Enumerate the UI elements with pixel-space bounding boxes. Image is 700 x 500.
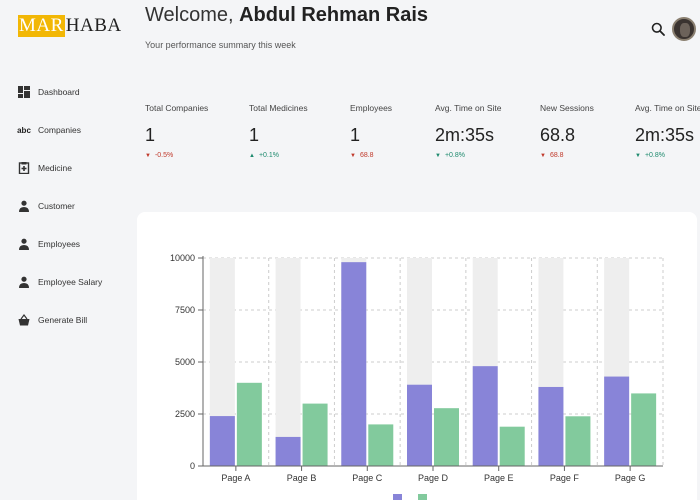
stat-change: ▼ +0.8% — [635, 152, 700, 159]
sidebar-item-employee-salary[interactable]: Employee Salary — [18, 263, 102, 301]
sidebar-item-companies[interactable]: abc Companies — [17, 111, 102, 149]
stat-change: ▼ 68.8 — [540, 152, 635, 159]
stat-label: Employees — [350, 103, 393, 113]
up-arrow-icon: ▲ — [249, 152, 255, 159]
sidebar-item-label: Medicine — [38, 163, 73, 173]
stat-card: Employees 1 ▼ 68.8 — [350, 103, 445, 159]
y-tick-label: 10000 — [170, 253, 195, 263]
stat-value: 2m:35s — [435, 125, 495, 145]
legend-swatch — [393, 494, 402, 500]
stat-change-text: 68.8 — [359, 152, 374, 159]
person-icon — [18, 276, 30, 288]
stat-value: 1 — [145, 125, 156, 145]
y-tick-label: 2500 — [175, 409, 195, 419]
stat-value: 1 — [249, 125, 260, 145]
x-tick-label: Page A — [221, 473, 250, 483]
bar-background — [275, 258, 301, 466]
stat-label: Total Companies — [145, 103, 209, 113]
down-arrow-icon: ▼ — [350, 152, 356, 159]
sidebar-item-label: Employee Salary — [38, 277, 103, 287]
bar — [236, 382, 262, 466]
y-tick-label: 0 — [190, 461, 195, 471]
x-tick-label: Page C — [352, 473, 383, 483]
bar — [209, 416, 235, 466]
page-title: Welcome, Abdul Rehman Rais — [145, 4, 428, 27]
person-icon — [18, 200, 30, 212]
page-subtitle: Your performance summary this week — [145, 40, 296, 50]
logo-highlight: MAR — [18, 15, 65, 37]
dashboard-icon — [18, 86, 30, 98]
medicine-icon — [18, 162, 30, 174]
stat-card: Total Companies 1 ▼ -0.5% — [145, 103, 240, 159]
sidebar-item-employees[interactable]: Employees — [18, 225, 102, 263]
sidebar-item-label: Customer — [38, 201, 75, 211]
bar — [499, 426, 525, 466]
bar — [472, 366, 498, 466]
stat-card: Total Medicines 1 ▲ +0.1% — [249, 103, 344, 159]
down-arrow-icon: ▼ — [635, 152, 641, 159]
x-tick-label: Page G — [615, 473, 646, 483]
search-icon[interactable] — [651, 22, 665, 36]
bar — [538, 386, 564, 466]
bar — [434, 408, 459, 466]
basket-icon — [18, 314, 30, 326]
stat-change-text: -0.5% — [154, 152, 174, 159]
stat-change: ▼ -0.5% — [145, 152, 240, 159]
sidebar-item-label: Employees — [38, 239, 81, 249]
y-tick-label: 5000 — [175, 357, 195, 367]
sidebar-item-customer[interactable]: Customer — [18, 187, 102, 225]
down-arrow-icon: ▼ — [435, 152, 441, 159]
stat-change-text: +0.8% — [444, 152, 465, 159]
sidebar-item-dashboard[interactable]: Dashboard — [18, 73, 102, 111]
y-tick-label: 7500 — [175, 305, 195, 315]
stat-card: New Sessions 68.8 ▼ 68.8 — [540, 103, 635, 159]
bar — [275, 436, 301, 466]
sidebar-item-medicine[interactable]: Medicine — [18, 149, 102, 187]
x-tick-label: Page D — [418, 473, 449, 483]
down-arrow-icon: ▼ — [145, 152, 151, 159]
stat-change-text: +0.1% — [258, 152, 279, 159]
chart-card: 0 2500 5000 7500 10000 Page A Page B Page C Page… — [137, 212, 697, 500]
sidebar-item-label: Companies — [38, 125, 81, 135]
sidebar-nav: Dashboard abc Companies Medicine Custome… — [17, 73, 102, 339]
logo-rest: HABA — [65, 15, 122, 36]
person-icon — [18, 238, 30, 250]
x-tick-label: Page F — [550, 473, 580, 483]
abc-icon: abc — [17, 125, 31, 135]
avatar[interactable] — [672, 17, 696, 41]
x-tick-label: Page B — [287, 473, 317, 483]
stat-card: Avg. Time on Site 2m:35s ▼ +0.8% — [635, 103, 700, 159]
bar — [631, 393, 657, 466]
stat-label: Avg. Time on Site — [435, 103, 502, 113]
welcome-text: Welcome, — [145, 4, 240, 26]
sidebar-item-label: Dashboard — [38, 87, 80, 97]
stat-label: New Sessions — [540, 103, 594, 113]
bar — [604, 376, 630, 466]
user-name: Abdul Rehman Rais — [239, 4, 429, 26]
x-tick-label: Page E — [484, 473, 514, 483]
stat-change: ▼ 68.8 — [350, 152, 445, 159]
stat-change-text: +0.8% — [644, 152, 665, 159]
bar — [368, 424, 394, 466]
bar — [407, 384, 432, 466]
stat-label: Total Medicines — [249, 103, 308, 113]
sidebar-item-label: Generate Bill — [38, 315, 88, 325]
brand-logo[interactable]: MAR HABA — [18, 15, 122, 37]
stat-change: ▼ +0.8% — [435, 152, 530, 159]
bar — [341, 262, 367, 466]
sidebar-item-generate-bill[interactable]: Generate Bill — [18, 301, 102, 339]
stat-value: 68.8 — [540, 125, 576, 145]
sidebar: MAR HABA Dashboard abc Companies Medicine… — [0, 0, 132, 500]
bar-chart: 0 2500 5000 7500 10000 Page A Page B Page C Page… — [170, 253, 664, 500]
stat-change-text: 68.8 — [549, 152, 564, 159]
legend-swatch — [418, 494, 427, 500]
stat-change: ▲ +0.1% — [249, 152, 344, 159]
stat-card: Avg. Time on Site 2m:35s ▼ +0.8% — [435, 103, 530, 159]
stat-value: 2m:35s — [635, 125, 695, 145]
stat-value: 1 — [350, 125, 361, 145]
stat-label: Avg. Time on Site — [635, 103, 700, 113]
bar — [565, 416, 591, 466]
bar — [302, 403, 328, 466]
down-arrow-icon: ▼ — [540, 152, 546, 159]
